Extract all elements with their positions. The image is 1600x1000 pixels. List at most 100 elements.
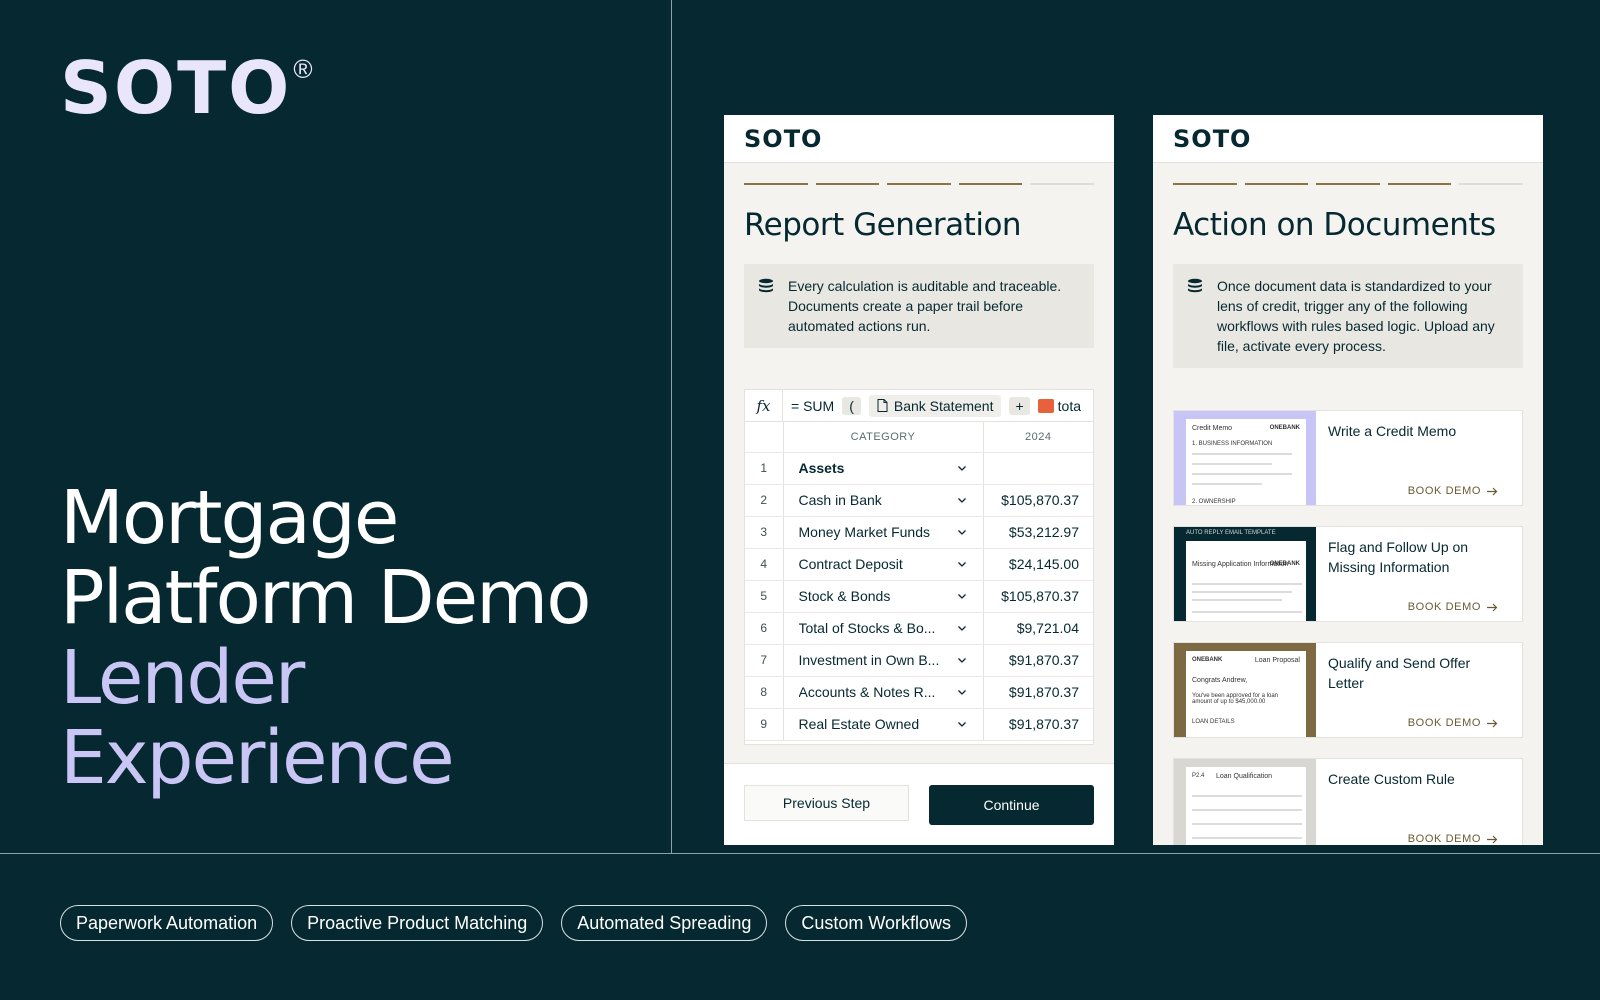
- category-cell[interactable]: Real Estate Owned: [783, 708, 984, 741]
- formula-plus[interactable]: +: [1009, 396, 1030, 415]
- step-2: [815, 183, 880, 185]
- year-header: 2024: [983, 422, 1093, 453]
- action-credit-memo[interactable]: Credit Memo ONEBANK 1. BUSINESS INFORMAT…: [1173, 410, 1523, 506]
- card-header: SOTO: [724, 115, 1114, 163]
- action-title: Flag and Follow Up on Missing Informatio…: [1328, 539, 1469, 575]
- category-cell[interactable]: Stock & Bonds: [783, 580, 984, 613]
- action-offer-letter[interactable]: ONEBANK Loan Proposal Congrats Andrew, Y…: [1173, 642, 1523, 738]
- card-header: SOTO: [1153, 115, 1543, 163]
- category-table: CATEGORY 2024 1 Assets 2 Cash in Bank $105,8…: [745, 422, 1093, 741]
- book-demo-link[interactable]: BOOK DEMO: [1408, 833, 1498, 845]
- thumb-line: [1192, 483, 1262, 485]
- brand-logo: SOTO ®: [60, 52, 313, 124]
- category-dropdown[interactable]: Accounts & Notes R...: [799, 684, 983, 700]
- arrow-right-icon: [1487, 487, 1498, 495]
- action-custom-rule[interactable]: P2.4 Loan Qualification Create Custom Ru…: [1173, 758, 1523, 845]
- arrow-right-icon: [1487, 719, 1498, 727]
- value-cell[interactable]: $24,145.00: [983, 548, 1093, 581]
- action-on-documents-card: SOTO Action on Documents Once document d…: [1153, 115, 1543, 845]
- table-row[interactable]: 6 Total of Stocks & Bo... $9,721.04: [745, 612, 1093, 645]
- card-logo: SOTO: [744, 124, 823, 153]
- category-cell[interactable]: Contract Deposit: [783, 548, 984, 581]
- category-label: Money Market Funds: [798, 524, 931, 540]
- book-demo-link[interactable]: BOOK DEMO: [1408, 485, 1498, 497]
- spreadsheet: fx = SUM ( Bank Statement + tota CATEGOR…: [744, 389, 1094, 745]
- headline-line-1: Mortgage: [60, 475, 399, 561]
- table-header-row: CATEGORY 2024: [745, 422, 1093, 453]
- category-cell[interactable]: Assets: [783, 452, 984, 485]
- row-number: 1: [745, 452, 784, 485]
- thumb-line: [1192, 473, 1292, 475]
- category-cell[interactable]: Total of Stocks & Bo...: [783, 612, 984, 645]
- category-dropdown[interactable]: Investment in Own B...: [799, 652, 983, 668]
- book-demo-link[interactable]: BOOK DEMO: [1408, 601, 1498, 613]
- step-progress: [724, 163, 1114, 185]
- category-label: Stock & Bonds: [798, 588, 891, 604]
- database-icon: [1188, 278, 1202, 293]
- thumb-heading: Credit Memo: [1192, 425, 1233, 432]
- pill-custom-workflows: Custom Workflows: [785, 905, 968, 941]
- step-1: [1173, 183, 1237, 185]
- function-icon: fx: [745, 390, 783, 421]
- step-2: [1244, 183, 1309, 185]
- table-row[interactable]: 9 Real Estate Owned $91,870.37: [745, 708, 1093, 741]
- table-row[interactable]: 8 Accounts & Notes R... $91,870.37: [745, 676, 1093, 709]
- table-row[interactable]: 7 Investment in Own B... $91,870.37: [745, 644, 1093, 677]
- formula-bar[interactable]: fx = SUM ( Bank Statement + tota: [745, 390, 1093, 422]
- pill-automated-spreading: Automated Spreading: [561, 905, 768, 941]
- table-row[interactable]: 2 Cash in Bank $105,870.37: [745, 484, 1093, 517]
- previous-step-button[interactable]: Previous Step: [744, 785, 909, 821]
- chevron-down-icon: [957, 722, 966, 727]
- action-list: Credit Memo ONEBANK 1. BUSINESS INFORMAT…: [1173, 410, 1523, 845]
- step-5: [1459, 183, 1523, 185]
- bank-statement-chip[interactable]: Bank Statement: [868, 394, 1002, 417]
- value-cell[interactable]: [983, 452, 1093, 485]
- value-cell[interactable]: $105,870.37: [983, 484, 1093, 517]
- value-cell[interactable]: $105,870.37: [983, 580, 1093, 613]
- value-cell[interactable]: $91,870.37: [983, 644, 1093, 677]
- thumbnail-paper: P2.4 Loan Qualification: [1186, 767, 1306, 845]
- row-number: 9: [745, 708, 784, 741]
- category-cell[interactable]: Cash in Bank: [783, 484, 984, 517]
- thumb-code: P2.4: [1192, 773, 1205, 779]
- thumb-line: [1192, 599, 1282, 601]
- action-title: Write a Credit Memo: [1328, 423, 1457, 439]
- thumb-footer: 2. OWNERSHIP: [1192, 499, 1236, 505]
- formula-tag[interactable]: tota: [1037, 397, 1082, 414]
- category-label: Assets: [798, 460, 845, 476]
- category-cell[interactable]: Accounts & Notes R...: [783, 676, 984, 709]
- value-cell[interactable]: $91,870.37: [983, 676, 1093, 709]
- category-label: Total of Stocks & Bo...: [798, 620, 936, 636]
- category-label: Cash in Bank: [798, 492, 882, 508]
- formula-tag-label: tota: [1057, 397, 1082, 414]
- action-title: Qualify and Send Offer Letter: [1328, 655, 1471, 691]
- category-cell[interactable]: Investment in Own B...: [783, 644, 984, 677]
- category-cell[interactable]: Money Market Funds: [783, 516, 984, 549]
- category-dropdown[interactable]: Total of Stocks & Bo...: [799, 620, 983, 636]
- arrow-right-icon: [1487, 835, 1498, 843]
- book-demo-label: BOOK DEMO: [1407, 833, 1481, 845]
- category-dropdown[interactable]: Real Estate Owned: [799, 716, 983, 732]
- category-label: Real Estate Owned: [798, 716, 920, 732]
- value-cell[interactable]: $53,212.97: [983, 516, 1093, 549]
- action-missing-info[interactable]: AUTO REPLY EMAIL TEMPLATE Missing Applic…: [1173, 526, 1523, 622]
- category-dropdown[interactable]: Assets: [799, 460, 983, 476]
- table-row[interactable]: 4 Contract Deposit $24,145.00: [745, 548, 1093, 581]
- continue-button[interactable]: Continue: [929, 785, 1094, 825]
- category-dropdown[interactable]: Stock & Bonds: [799, 588, 983, 604]
- thumb-line: [1192, 591, 1292, 593]
- thumb-bank: ONEBANK: [1269, 561, 1300, 567]
- table-row[interactable]: 5 Stock & Bonds $105,870.37: [745, 580, 1093, 613]
- table-row[interactable]: 1 Assets: [745, 452, 1093, 485]
- value-cell[interactable]: $9,721.04: [983, 612, 1093, 645]
- card-title: Report Generation: [744, 207, 1022, 243]
- value-cell[interactable]: $91,870.37: [983, 708, 1093, 741]
- category-dropdown[interactable]: Contract Deposit: [799, 556, 983, 572]
- table-row[interactable]: 3 Money Market Funds $53,212.97: [745, 516, 1093, 549]
- database-icon: [759, 278, 773, 293]
- category-dropdown[interactable]: Cash in Bank: [799, 492, 983, 508]
- info-box: Once document data is standardized to yo…: [1173, 264, 1523, 368]
- category-dropdown[interactable]: Money Market Funds: [799, 524, 983, 540]
- book-demo-link[interactable]: BOOK DEMO: [1408, 717, 1498, 729]
- category-label: Accounts & Notes R...: [798, 684, 936, 700]
